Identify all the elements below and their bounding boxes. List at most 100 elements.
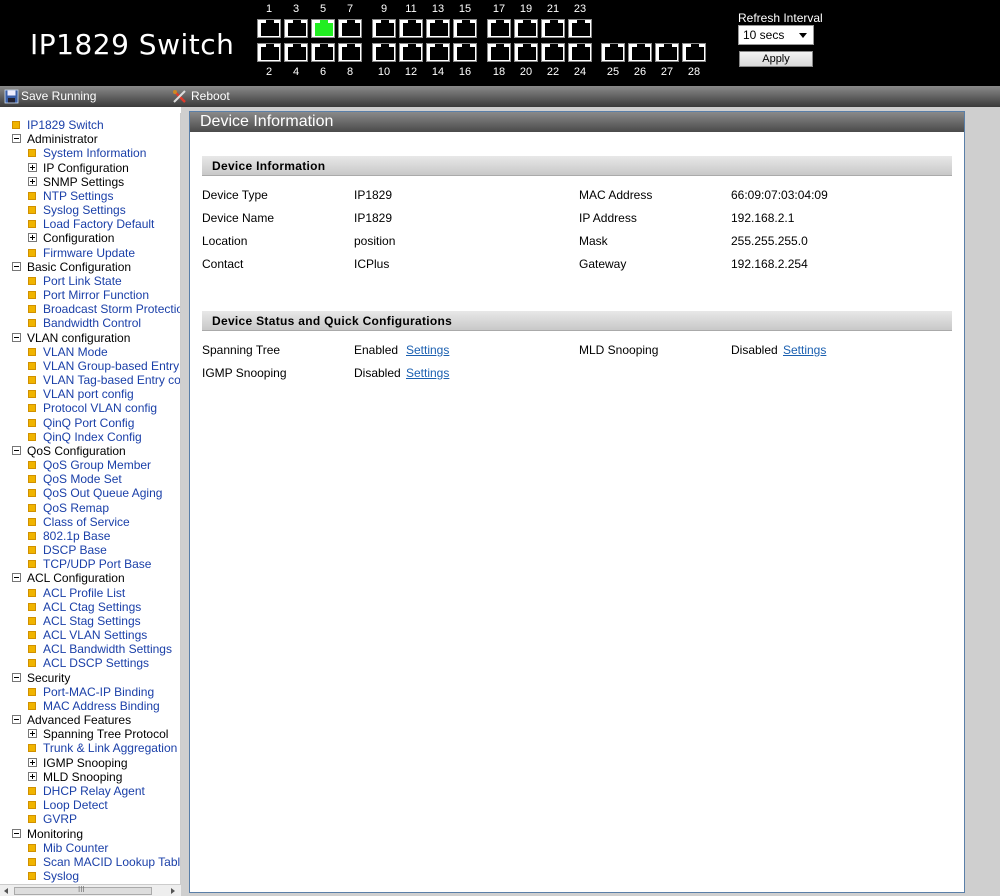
sidebar-item-igmp-snooping[interactable]: IGMP Snooping: [0, 756, 180, 770]
sidebar-item-dscp-base[interactable]: DSCP Base: [0, 543, 180, 557]
sidebar-item-syslog[interactable]: Syslog: [0, 869, 180, 883]
collapse-icon[interactable]: [12, 134, 21, 143]
collapse-icon[interactable]: [12, 715, 21, 724]
sidebar-item-mac-address-binding[interactable]: MAC Address Binding: [0, 699, 180, 713]
sidebar-item-vlan-tag-based-entry-config[interactable]: VLAN Tag-based Entry config: [0, 373, 180, 387]
sidebar-item-qinq-port-config[interactable]: QinQ Port Config: [0, 416, 180, 430]
sidebar-item-firmware-update[interactable]: Firmware Update: [0, 246, 180, 260]
port-17[interactable]: [487, 19, 511, 38]
port-25[interactable]: [601, 43, 625, 62]
port-8[interactable]: [338, 43, 362, 62]
sidebar-horizontal-scrollbar[interactable]: III: [0, 884, 181, 896]
scroll-right-icon[interactable]: [171, 888, 175, 894]
igmp-snooping-settings-link[interactable]: Settings: [406, 366, 449, 380]
collapse-icon[interactable]: [12, 262, 21, 271]
scroll-left-icon[interactable]: [4, 888, 8, 894]
sidebar-item-vlan-group-based-entry-config[interactable]: VLAN Group-based Entry config: [0, 359, 180, 373]
sidebar-item-bandwidth-control[interactable]: Bandwidth Control: [0, 316, 180, 330]
sidebar-item-monitoring[interactable]: Monitoring: [0, 827, 180, 841]
sidebar-item-qos-mode-set[interactable]: QoS Mode Set: [0, 472, 180, 486]
sidebar-item-vlan-mode[interactable]: VLAN Mode: [0, 345, 180, 359]
port-9[interactable]: [372, 19, 396, 38]
port-14[interactable]: [426, 43, 450, 62]
collapse-icon[interactable]: [12, 333, 21, 342]
sidebar-item-ip1829-switch[interactable]: IP1829 Switch: [0, 118, 180, 132]
expand-icon[interactable]: [28, 729, 37, 738]
expand-icon[interactable]: [28, 772, 37, 781]
port-18[interactable]: [487, 43, 511, 62]
sidebar-item-trunk-link-aggregation[interactable]: Trunk & Link Aggregation: [0, 741, 180, 755]
collapse-icon[interactable]: [12, 829, 21, 838]
sidebar-item-gvrp[interactable]: GVRP: [0, 812, 180, 826]
port-22[interactable]: [541, 43, 565, 62]
port-15[interactable]: [453, 19, 477, 38]
sidebar-item-acl-ctag-settings[interactable]: ACL Ctag Settings: [0, 600, 180, 614]
collapse-icon[interactable]: [12, 446, 21, 455]
port-28[interactable]: [682, 43, 706, 62]
port-13[interactable]: [426, 19, 450, 38]
spanning-tree-settings-link[interactable]: Settings: [406, 343, 449, 357]
sidebar-item-qos-out-queue-aging[interactable]: QoS Out Queue Aging: [0, 486, 180, 500]
sidebar-item-ntp-settings[interactable]: NTP Settings: [0, 189, 180, 203]
sidebar-item-load-factory-default[interactable]: Load Factory Default: [0, 217, 180, 231]
collapse-icon[interactable]: [12, 673, 21, 682]
sidebar-item-mib-counter[interactable]: Mib Counter: [0, 841, 180, 855]
sidebar-item-ip-configuration[interactable]: IP Configuration: [0, 161, 180, 175]
sidebar-item-port-link-state[interactable]: Port Link State: [0, 274, 180, 288]
sidebar-item-class-of-service[interactable]: Class of Service: [0, 515, 180, 529]
sidebar-item-loop-detect[interactable]: Loop Detect: [0, 798, 180, 812]
collapse-icon[interactable]: [12, 573, 21, 582]
port-12[interactable]: [399, 43, 423, 62]
port-23[interactable]: [568, 19, 592, 38]
expand-icon[interactable]: [28, 177, 37, 186]
sidebar-item-dhcp-relay-agent[interactable]: DHCP Relay Agent: [0, 784, 180, 798]
sidebar-item-qos-configuration[interactable]: QoS Configuration: [0, 444, 180, 458]
port-6[interactable]: [311, 43, 335, 62]
sidebar-item-vlan-port-config[interactable]: VLAN port config: [0, 387, 180, 401]
port-11[interactable]: [399, 19, 423, 38]
sidebar-item-tcp-udp-port-base[interactable]: TCP/UDP Port Base: [0, 557, 180, 571]
sidebar-item-qos-remap[interactable]: QoS Remap: [0, 501, 180, 515]
sidebar-item-protocol-vlan-config[interactable]: Protocol VLAN config: [0, 401, 180, 415]
sidebar-item-acl-profile-list[interactable]: ACL Profile List: [0, 586, 180, 600]
reboot-system-button[interactable]: Reboot System: [172, 88, 272, 120]
expand-icon[interactable]: [28, 233, 37, 242]
port-19[interactable]: [514, 19, 538, 38]
sidebar-item-basic-configuration[interactable]: Basic Configuration: [0, 260, 180, 274]
sidebar-item-acl-bandwidth-settings[interactable]: ACL Bandwidth Settings: [0, 642, 180, 656]
sidebar-item-security[interactable]: Security: [0, 671, 180, 685]
sidebar-item-configuration[interactable]: Configuration: [0, 231, 180, 245]
apply-button[interactable]: Apply: [739, 51, 813, 67]
sidebar-item-acl-configuration[interactable]: ACL Configuration: [0, 571, 180, 585]
expand-icon[interactable]: [28, 758, 37, 767]
port-4[interactable]: [284, 43, 308, 62]
sidebar-item-qos-group-member[interactable]: QoS Group Member: [0, 458, 180, 472]
sidebar-item-snmp-settings[interactable]: SNMP Settings: [0, 175, 180, 189]
sidebar-item-syslog-settings[interactable]: Syslog Settings: [0, 203, 180, 217]
port-26[interactable]: [628, 43, 652, 62]
port-1[interactable]: [257, 19, 281, 38]
port-24[interactable]: [568, 43, 592, 62]
save-configuration-button[interactable]: Save Running Configuration: [4, 88, 168, 120]
sidebar-item-acl-dscp-settings[interactable]: ACL DSCP Settings: [0, 656, 180, 670]
port-3[interactable]: [284, 19, 308, 38]
sidebar-item-system-information[interactable]: System Information: [0, 146, 180, 160]
port-2[interactable]: [257, 43, 281, 62]
sidebar-item-broadcast-storm-protection[interactable]: Broadcast Storm Protection: [0, 302, 180, 316]
sidebar-item-acl-vlan-settings[interactable]: ACL VLAN Settings: [0, 628, 180, 642]
expand-icon[interactable]: [28, 163, 37, 172]
port-27[interactable]: [655, 43, 679, 62]
sidebar-item-administrator[interactable]: Administrator: [0, 132, 180, 146]
sidebar-item-port-mirror-function[interactable]: Port Mirror Function: [0, 288, 180, 302]
refresh-interval-select[interactable]: 10 secs: [738, 25, 814, 45]
port-21[interactable]: [541, 19, 565, 38]
sidebar-item-802-1p-base[interactable]: 802.1p Base: [0, 529, 180, 543]
sidebar-item-acl-stag-settings[interactable]: ACL Stag Settings: [0, 614, 180, 628]
sidebar-item-scan-macid-lookup-table[interactable]: Scan MACID Lookup Table: [0, 855, 180, 869]
port-16[interactable]: [453, 43, 477, 62]
sidebar-item-spanning-tree-protocol[interactable]: Spanning Tree Protocol: [0, 727, 180, 741]
sidebar-item-advanced-features[interactable]: Advanced Features: [0, 713, 180, 727]
sidebar-item-port-mac-ip-binding[interactable]: Port-MAC-IP Binding: [0, 685, 180, 699]
port-7[interactable]: [338, 19, 362, 38]
sidebar-item-qinq-index-config[interactable]: QinQ Index Config: [0, 430, 180, 444]
